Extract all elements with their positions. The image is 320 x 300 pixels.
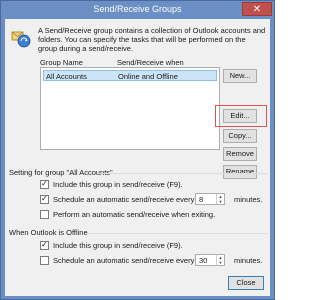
column-header-group-name: Group Name [40, 58, 83, 67]
send-receive-icon [11, 31, 31, 48]
schedule-label: Schedule an automatic send/receive every [53, 195, 195, 204]
schedule-minutes-value: 8 [199, 195, 204, 204]
close-window-button[interactable]: ✕ [242, 2, 272, 16]
offline-include-label: Include this group in send/receive (F9). [53, 241, 183, 250]
edit-button[interactable]: Edit... [223, 109, 257, 123]
group-name-cell: All Accounts [46, 72, 87, 81]
description-text: A Send/Receive group contains a collecti… [38, 26, 266, 53]
include-group-checkbox[interactable] [40, 179, 49, 189]
dialog-body: A Send/Receive group contains a collecti… [5, 19, 270, 296]
column-header-send-receive-when: Send/Receive when [117, 58, 184, 67]
copy-button[interactable]: Copy... [223, 129, 257, 143]
groups-list[interactable]: All Accounts Online and Offline [40, 67, 220, 150]
offline-include-checkbox[interactable] [40, 240, 49, 250]
spin-arrows-icon[interactable]: ▲ ▼ [216, 255, 224, 265]
offline-minutes-value: 30 [199, 256, 208, 265]
on-exit-checkbox[interactable] [40, 210, 49, 219]
on-exit-label: Perform an automatic send/receive when e… [53, 210, 216, 219]
title-bar: Send/Receive Groups ✕ [1, 1, 274, 19]
include-group-label: Include this group in send/receive (F9). [53, 180, 183, 189]
new-button[interactable]: New... [223, 69, 257, 83]
table-row[interactable]: All Accounts Online and Offline [43, 70, 217, 81]
offline-minutes-stepper[interactable]: 30 ▲ ▼ [195, 254, 225, 266]
send-receive-when-cell: Online and Offline [118, 72, 178, 81]
offline-minutes-label: minutes. [234, 256, 263, 265]
window-title: Send/Receive Groups [93, 4, 182, 14]
dialog-window: Send/Receive Groups ✕ A Send/Receive gro… [0, 0, 275, 300]
settings-separator [97, 173, 267, 174]
schedule-checkbox[interactable] [40, 194, 49, 204]
remove-button[interactable]: Remove [223, 147, 257, 161]
spin-arrows-icon[interactable]: ▲ ▼ [216, 194, 224, 204]
offline-group-header: When Outlook is Offline [9, 228, 88, 237]
rename-button[interactable]: Rename [223, 165, 257, 179]
close-button[interactable]: Close [228, 276, 264, 290]
schedule-minutes-stepper[interactable]: 8 ▲ ▼ [195, 193, 225, 205]
offline-schedule-label: Schedule an automatic send/receive every [53, 256, 195, 265]
offline-separator [87, 233, 267, 234]
offline-schedule-checkbox[interactable] [40, 256, 49, 265]
minutes-label: minutes. [234, 195, 263, 204]
